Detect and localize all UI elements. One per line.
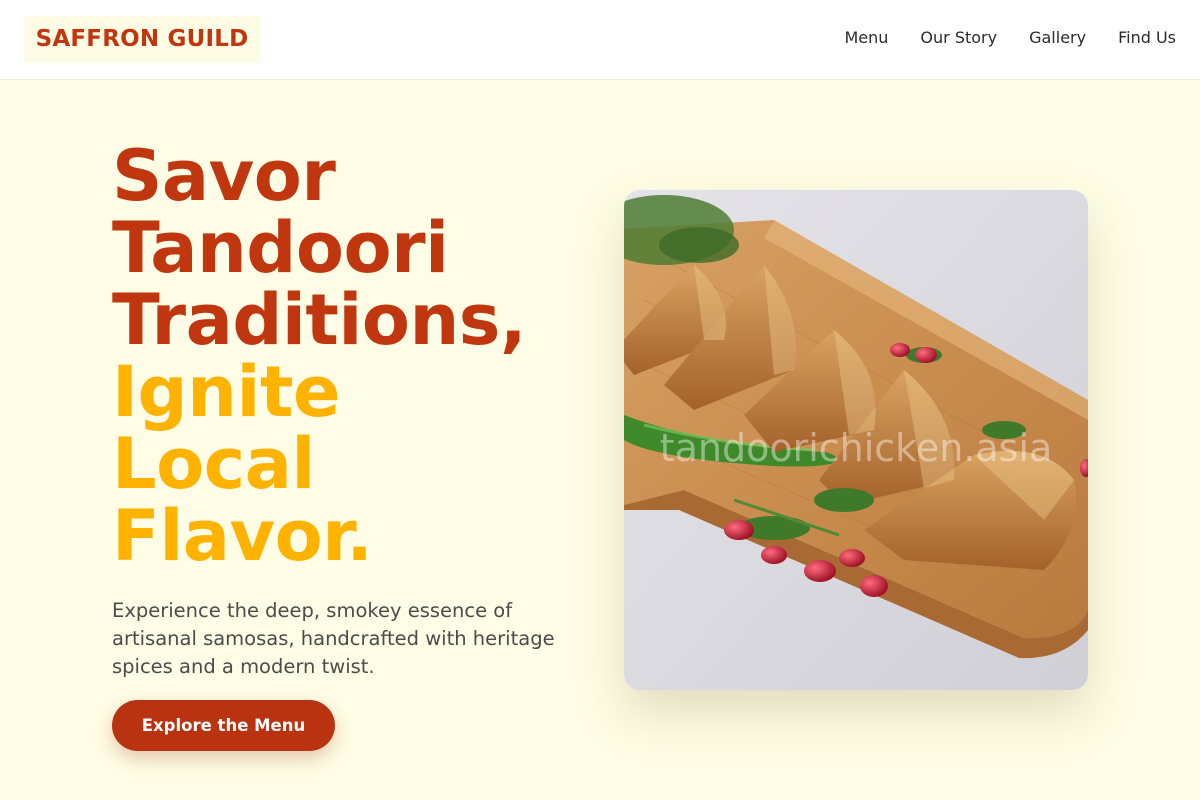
headline-line: Savor (112, 135, 336, 217)
brand-logo[interactable]: SAFFRON GUILD (24, 16, 260, 63)
samosa-photo (624, 190, 1088, 690)
site-header: SAFFRON GUILD Menu Our Story Gallery Fin… (0, 0, 1200, 80)
nav-link-menu[interactable]: Menu (844, 28, 888, 50)
nav-link-our-story[interactable]: Our Story (920, 28, 997, 50)
main-nav: Menu Our Story Gallery Find Us (844, 28, 1176, 50)
headline-line-highlight: Ignite (112, 351, 340, 433)
explore-menu-button[interactable]: Explore the Menu (112, 700, 335, 751)
hero-description: Experience the deep, smokey essence of a… (112, 599, 555, 678)
headline-line: Traditions, (112, 279, 527, 361)
nav-link-gallery[interactable]: Gallery (1029, 28, 1086, 50)
nav-link-find-us[interactable]: Find Us (1118, 28, 1176, 50)
headline-line-highlight: Local (112, 423, 315, 505)
hero-headline: Savor Tandoori Traditions, Ignite Local … (112, 140, 592, 572)
headline-line-highlight: Flavor. (112, 495, 373, 577)
headline-line: Tandoori (112, 207, 449, 289)
hero-image: tandoorichicken.asia (624, 190, 1088, 690)
